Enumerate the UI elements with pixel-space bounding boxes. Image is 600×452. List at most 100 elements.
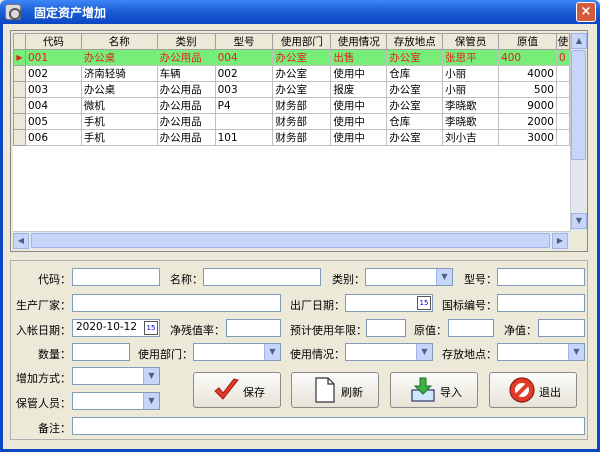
entry-date-field[interactable]: 2020-10-12 15 bbox=[72, 319, 160, 337]
column-header[interactable]: 代码 bbox=[24, 33, 82, 50]
cell-dept[interactable]: 财务部 bbox=[272, 129, 332, 146]
vertical-scrollbar[interactable]: ▲ ▼ bbox=[570, 33, 587, 231]
cell-name[interactable]: 办公桌 bbox=[80, 81, 158, 98]
cell-status[interactable]: 使用中 bbox=[330, 129, 388, 146]
chevron-down-icon[interactable]: ▼ bbox=[143, 393, 159, 409]
factory-date-field[interactable]: 15 bbox=[345, 294, 433, 312]
cell-model[interactable]: P4 bbox=[214, 97, 274, 114]
cell-keeper[interactable]: 小丽 bbox=[442, 81, 500, 98]
cell-location[interactable]: 办公室 bbox=[386, 129, 444, 146]
dept-select[interactable]: ▼ bbox=[193, 343, 281, 361]
cell-category[interactable]: 办公用品 bbox=[156, 81, 216, 98]
cell-location[interactable]: 仓库 bbox=[386, 65, 444, 82]
note-input[interactable] bbox=[72, 417, 585, 435]
cell-category[interactable]: 车辆 bbox=[156, 65, 216, 82]
cell-status[interactable]: 使用中 bbox=[330, 97, 388, 114]
cell-value[interactable]: 400 bbox=[498, 49, 557, 66]
cell-code[interactable]: 006 bbox=[24, 129, 82, 146]
cell-category[interactable]: 办公用品 bbox=[156, 129, 216, 146]
cell-extra[interactable] bbox=[555, 129, 570, 146]
scroll-up-icon[interactable]: ▲ bbox=[571, 33, 587, 49]
cell-dept[interactable]: 财务部 bbox=[272, 97, 332, 114]
app-icon[interactable] bbox=[5, 4, 21, 20]
cell-value[interactable]: 4000 bbox=[498, 65, 557, 82]
calendar-icon[interactable]: 15 bbox=[144, 321, 158, 335]
table-row[interactable]: 005 手机 办公用品 财务部 使用中 仓库 李晓歌 2000 bbox=[13, 113, 570, 130]
cell-location[interactable]: 办公室 bbox=[386, 81, 444, 98]
column-header[interactable]: 存放地点 bbox=[386, 33, 444, 50]
column-header[interactable]: 原值 bbox=[498, 33, 557, 50]
quantity-input[interactable] bbox=[72, 343, 130, 361]
calendar-icon[interactable]: 15 bbox=[417, 296, 431, 310]
horizontal-scrollbar[interactable]: ◀ ▶ bbox=[13, 231, 570, 249]
column-header[interactable]: 类别 bbox=[156, 33, 216, 50]
column-header[interactable]: 保管员 bbox=[442, 33, 500, 50]
manufacturer-input[interactable] bbox=[72, 294, 281, 312]
cell-status[interactable]: 报废 bbox=[330, 81, 388, 98]
horizontal-scroll-thumb[interactable] bbox=[31, 233, 550, 248]
cell-extra[interactable]: 0 bbox=[555, 49, 570, 66]
cell-code[interactable]: 005 bbox=[24, 113, 82, 130]
chevron-down-icon[interactable]: ▼ bbox=[143, 368, 159, 384]
cell-status[interactable]: 使用中 bbox=[330, 65, 388, 82]
table-row[interactable]: 004 微机 办公用品 P4 财务部 使用中 办公室 李晓歌 9000 bbox=[13, 97, 570, 114]
table-row[interactable]: 003 办公桌 办公用品 003 办公室 报废 办公室 小丽 500 bbox=[13, 81, 570, 98]
cell-extra[interactable] bbox=[555, 97, 570, 114]
code-input[interactable] bbox=[72, 268, 160, 286]
cell-name[interactable]: 手机 bbox=[80, 129, 158, 146]
name-input[interactable] bbox=[203, 268, 321, 286]
residual-rate-input[interactable] bbox=[226, 319, 281, 337]
cell-category[interactable]: 办公用品 bbox=[156, 97, 216, 114]
cell-keeper[interactable]: 李晓歌 bbox=[442, 97, 500, 114]
scroll-down-icon[interactable]: ▼ bbox=[571, 213, 587, 229]
net-value-input[interactable] bbox=[538, 319, 585, 337]
cell-location[interactable]: 办公室 bbox=[386, 97, 444, 114]
refresh-button[interactable]: 刷新 bbox=[291, 372, 379, 408]
cell-code[interactable]: 001 bbox=[24, 49, 82, 66]
cell-extra[interactable] bbox=[555, 81, 570, 98]
cell-model[interactable]: 004 bbox=[214, 49, 274, 66]
cell-name[interactable]: 济南轻骑 bbox=[80, 65, 158, 82]
useful-life-input[interactable] bbox=[366, 319, 406, 337]
cell-status[interactable]: 出售 bbox=[330, 49, 388, 66]
chevron-down-icon[interactable]: ▼ bbox=[436, 269, 452, 285]
column-header[interactable]: 使 bbox=[555, 33, 570, 50]
cell-keeper[interactable]: 张思平 bbox=[442, 49, 500, 66]
cell-dept[interactable]: 办公室 bbox=[272, 81, 332, 98]
cell-extra[interactable] bbox=[555, 113, 570, 130]
cell-name[interactable]: 微机 bbox=[80, 97, 158, 114]
close-button[interactable]: × bbox=[576, 2, 596, 22]
chevron-down-icon[interactable]: ▼ bbox=[264, 344, 280, 360]
model-input[interactable] bbox=[497, 268, 585, 286]
chevron-down-icon[interactable]: ▼ bbox=[416, 344, 432, 360]
cell-model[interactable]: 002 bbox=[214, 65, 274, 82]
cell-model[interactable]: 003 bbox=[214, 81, 274, 98]
cell-dept[interactable]: 办公室 bbox=[272, 49, 332, 66]
save-button[interactable]: 保存 bbox=[193, 372, 281, 408]
table-row[interactable]: 006 手机 办公用品 101 财务部 使用中 办公室 刘小吉 3000 bbox=[13, 129, 570, 146]
cell-code[interactable]: 004 bbox=[24, 97, 82, 114]
cell-dept[interactable]: 财务部 bbox=[272, 113, 332, 130]
cell-keeper[interactable]: 小丽 bbox=[442, 65, 500, 82]
import-button[interactable]: 导入 bbox=[390, 372, 478, 408]
column-header[interactable]: 名称 bbox=[80, 33, 158, 50]
keeper-select[interactable]: ▼ bbox=[72, 392, 160, 410]
cell-code[interactable]: 002 bbox=[24, 65, 82, 82]
cell-dept[interactable]: 办公室 bbox=[272, 65, 332, 82]
location-select[interactable]: ▼ bbox=[497, 343, 585, 361]
exit-button[interactable]: 退出 bbox=[489, 372, 577, 408]
usage-select[interactable]: ▼ bbox=[345, 343, 433, 361]
add-method-select[interactable]: ▼ bbox=[72, 367, 160, 385]
intl-code-input[interactable] bbox=[497, 294, 585, 312]
cell-name[interactable]: 手机 bbox=[80, 113, 158, 130]
column-header[interactable]: 使用部门 bbox=[272, 33, 332, 50]
cell-location[interactable]: 办公室 bbox=[386, 49, 444, 66]
cell-keeper[interactable]: 李晓歌 bbox=[442, 113, 500, 130]
chevron-down-icon[interactable]: ▼ bbox=[568, 344, 584, 360]
table-row[interactable]: 002 济南轻骑 车辆 002 办公室 使用中 仓库 小丽 4000 bbox=[13, 65, 570, 82]
cell-location[interactable]: 仓库 bbox=[386, 113, 444, 130]
cell-status[interactable]: 使用中 bbox=[330, 113, 388, 130]
scroll-left-icon[interactable]: ◀ bbox=[13, 233, 29, 249]
cell-value[interactable]: 9000 bbox=[498, 97, 557, 114]
table-row-selected[interactable]: ▶ 001 办公桌 办公用品 004 办公室 出售 办公室 张思平 400 0 bbox=[13, 49, 570, 66]
